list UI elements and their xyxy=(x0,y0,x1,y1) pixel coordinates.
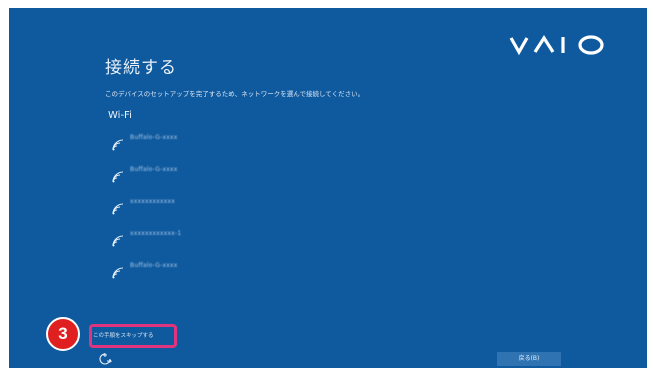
network-item[interactable]: xxxxxxxxxxxx-1 xyxy=(111,230,271,252)
setup-screen: 接続する このデバイスのセットアップを完了するため、ネットワークを選んで接続して… xyxy=(9,8,647,368)
wifi-icon xyxy=(112,171,124,183)
wifi-icon xyxy=(112,139,124,151)
network-name: Buffalo-G-xxxx xyxy=(130,166,178,173)
page-title: 接続する xyxy=(105,58,177,78)
network-name: Buffalo-G-xxxx xyxy=(130,134,178,141)
wifi-heading: Wi-Fi xyxy=(108,110,132,121)
wifi-icon xyxy=(112,267,124,279)
network-name: Buffalo-G-xxxx xyxy=(130,262,178,269)
network-name: xxxxxxxxxxxx-1 xyxy=(130,230,182,237)
vaio-logo xyxy=(509,35,604,56)
step-number-badge: 3 xyxy=(46,317,80,351)
network-item[interactable]: Buffalo-G-xxxx xyxy=(111,166,271,188)
wifi-icon xyxy=(112,203,124,215)
network-name: xxxxxxxxxxxx xyxy=(130,198,176,205)
network-item[interactable]: xxxxxxxxxxxx xyxy=(111,198,271,220)
network-item[interactable]: Buffalo-G-xxxx xyxy=(111,134,271,156)
annotation-highlight-box xyxy=(89,324,177,348)
ease-of-access-icon[interactable] xyxy=(98,352,112,366)
back-button[interactable]: 戻る(B) xyxy=(497,352,561,366)
network-item[interactable]: Buffalo-G-xxxx xyxy=(111,262,271,284)
wifi-icon xyxy=(112,235,124,247)
page-subtitle: このデバイスのセットアップを完了するため、ネットワークを選んで接続してください。 xyxy=(105,90,365,98)
